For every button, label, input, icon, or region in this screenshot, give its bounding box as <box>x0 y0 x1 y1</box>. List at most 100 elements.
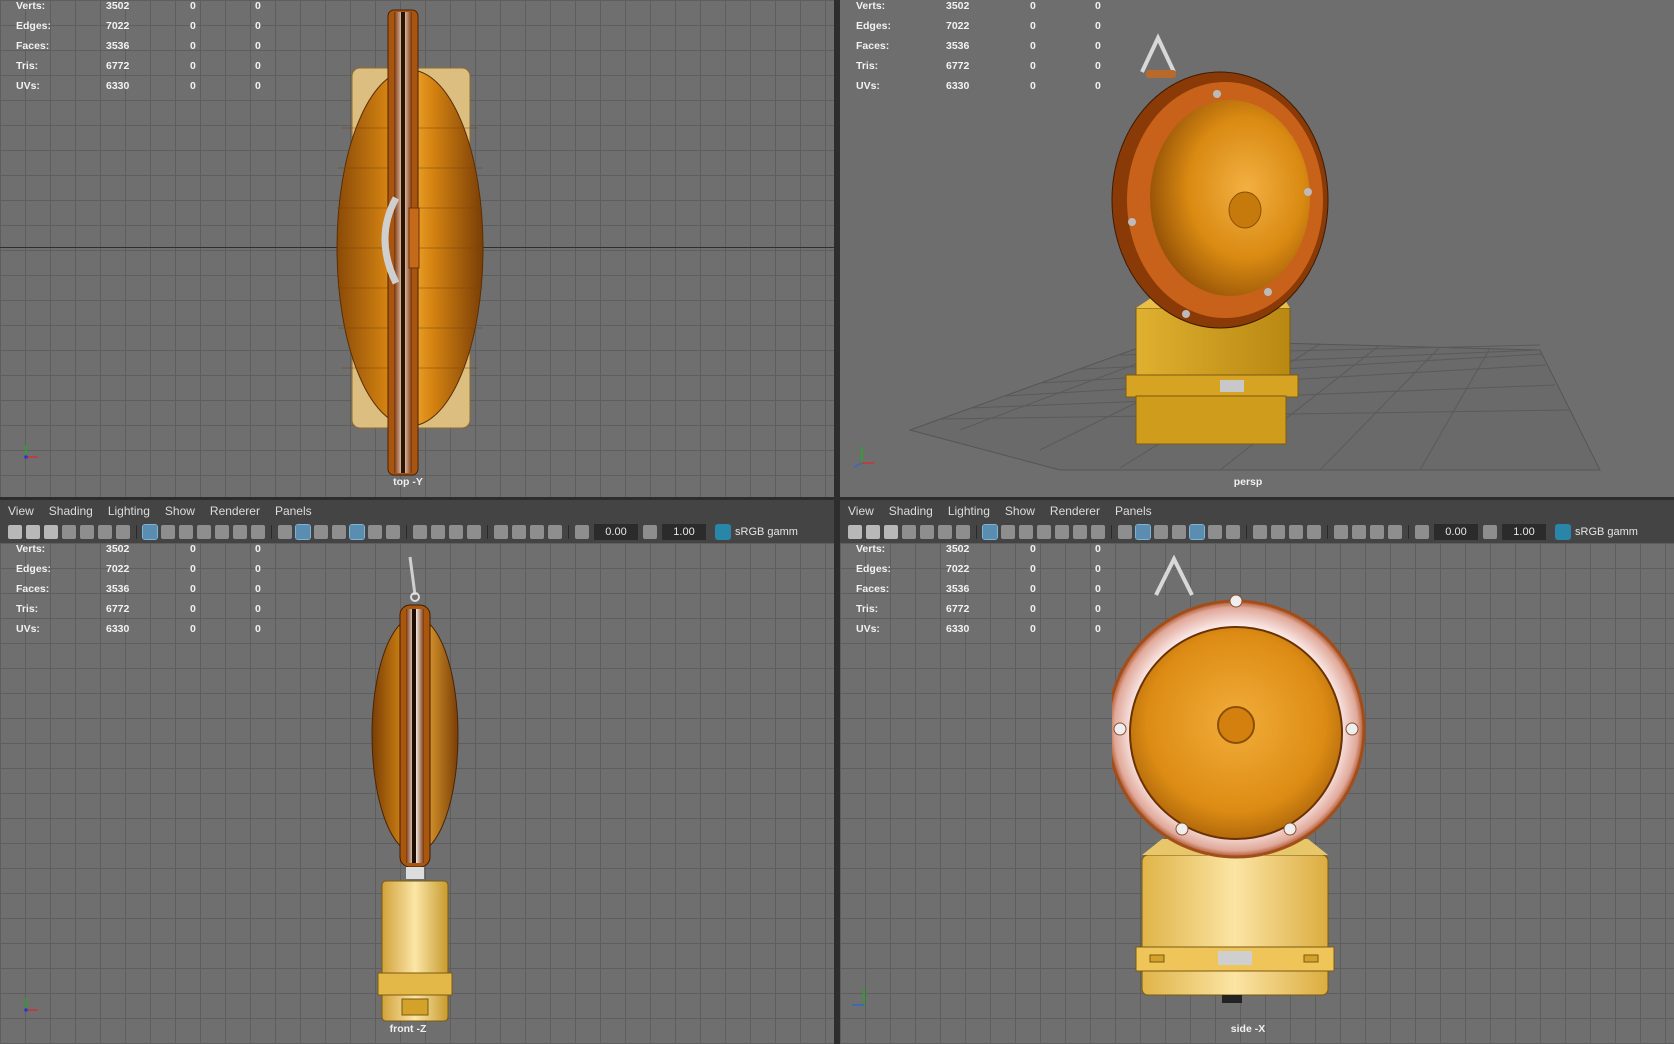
gamma-field[interactable]: 1.00 <box>1502 524 1546 540</box>
xray-active-icon[interactable] <box>1370 525 1384 539</box>
lamp-model-side-view[interactable] <box>1112 555 1402 1035</box>
light-icon[interactable] <box>1208 525 1222 539</box>
color-management-label[interactable]: sRGB gamm <box>735 526 798 538</box>
texture-icon[interactable] <box>1189 524 1205 540</box>
anti-aliasing-icon[interactable] <box>1289 525 1303 539</box>
menu-shading[interactable]: Shading <box>889 504 933 518</box>
image-plane-icon[interactable] <box>80 525 94 539</box>
2d-pan-icon[interactable] <box>98 525 112 539</box>
depth-of-field-icon[interactable] <box>1307 525 1321 539</box>
toolbar-separator <box>271 525 272 539</box>
screen-space-ao-icon[interactable] <box>413 525 427 539</box>
grid-icon[interactable] <box>142 524 158 540</box>
menu-renderer[interactable]: Renderer <box>1050 504 1100 518</box>
gamma-icon[interactable] <box>1483 525 1497 539</box>
safe-title-icon[interactable] <box>1091 525 1105 539</box>
viewport-toolbar: 0.00 1.00 sRGB gamm <box>840 521 1674 543</box>
safe-title-icon[interactable] <box>251 525 265 539</box>
menu-show[interactable]: Show <box>165 504 195 518</box>
backface-culling-icon[interactable] <box>1388 525 1402 539</box>
gamma-icon[interactable] <box>643 525 657 539</box>
toolbar-separator <box>568 525 569 539</box>
xray-joints-icon[interactable] <box>512 525 526 539</box>
bookmark-icon[interactable] <box>902 525 916 539</box>
gate-mask-icon[interactable] <box>1037 525 1051 539</box>
safe-action-icon[interactable] <box>1073 525 1087 539</box>
safe-action-icon[interactable] <box>233 525 247 539</box>
film-gate-icon[interactable] <box>161 525 175 539</box>
bookmark-icon[interactable] <box>62 525 76 539</box>
smooth-shade-icon[interactable] <box>295 524 311 540</box>
camera-bookmark-icon[interactable] <box>884 525 898 539</box>
menu-panels[interactable]: Panels <box>1115 504 1152 518</box>
menu-view[interactable]: View <box>848 504 874 518</box>
camera-label: persp <box>1233 476 1263 488</box>
isolate-icon[interactable] <box>1334 525 1348 539</box>
resolution-gate-icon[interactable] <box>179 525 193 539</box>
color-management-label[interactable]: sRGB gamm <box>1575 526 1638 538</box>
shadows-icon[interactable] <box>1226 525 1240 539</box>
camera-bookmark-icon[interactable] <box>44 525 58 539</box>
grid-icon[interactable] <box>982 524 998 540</box>
motion-blur-icon[interactable] <box>1271 525 1285 539</box>
menu-panels[interactable]: Panels <box>275 504 312 518</box>
resolution-gate-icon[interactable] <box>1019 525 1033 539</box>
xray-joints-icon[interactable] <box>1352 525 1366 539</box>
menu-show[interactable]: Show <box>1005 504 1035 518</box>
toolbar-separator <box>976 525 977 539</box>
viewport-top[interactable]: Verts: 3502 0 0 Edges: 7022 0 0 Faces: 3536 0 0 T… <box>0 0 834 497</box>
exposure-icon[interactable] <box>1415 525 1429 539</box>
xray-icon[interactable] <box>1172 525 1186 539</box>
lamp-model-front-view[interactable] <box>360 555 470 1035</box>
xray-active-icon[interactable] <box>530 525 544 539</box>
motion-blur-icon[interactable] <box>431 525 445 539</box>
film-gate-icon[interactable] <box>1001 525 1015 539</box>
field-chart-icon[interactable] <box>215 525 229 539</box>
screen-space-ao-icon[interactable] <box>1253 525 1267 539</box>
poly-count-hud: Verts: 3502 0 0 Edges: 7022 0 0 Faces: 3536 0 0 T… <box>856 543 1101 635</box>
2d-pan-icon[interactable] <box>938 525 952 539</box>
camera-attributes-icon[interactable] <box>26 525 40 539</box>
menu-shading[interactable]: Shading <box>49 504 93 518</box>
grease-pencil-icon[interactable] <box>116 525 130 539</box>
wireframe-icon[interactable] <box>278 525 292 539</box>
xray-icon[interactable] <box>332 525 346 539</box>
depth-of-field-icon[interactable] <box>467 525 481 539</box>
exposure-field[interactable]: 0.00 <box>594 524 638 540</box>
color-management-icon[interactable] <box>715 524 731 540</box>
light-icon[interactable] <box>368 525 382 539</box>
isolate-icon[interactable] <box>494 525 508 539</box>
camera-icon[interactable] <box>8 525 22 539</box>
lamp-model-top-view[interactable] <box>330 8 490 483</box>
exposure-field[interactable]: 0.00 <box>1434 524 1478 540</box>
exposure-icon[interactable] <box>575 525 589 539</box>
viewport-persp[interactable]: Verts: 3502 0 0 Edges: 7022 0 0 Faces: 3536 0 0 T… <box>840 0 1674 497</box>
image-plane-icon[interactable] <box>920 525 934 539</box>
shaded-wireframe-icon[interactable] <box>1154 525 1168 539</box>
menu-view[interactable]: View <box>8 504 34 518</box>
lamp-model-persp-view[interactable] <box>1080 30 1360 480</box>
gamma-field[interactable]: 1.00 <box>662 524 706 540</box>
menu-lighting[interactable]: Lighting <box>948 504 990 518</box>
shaded-wireframe-icon[interactable] <box>314 525 328 539</box>
texture-icon[interactable] <box>349 524 365 540</box>
wireframe-icon[interactable] <box>1118 525 1132 539</box>
gate-mask-icon[interactable] <box>197 525 211 539</box>
viewport-front[interactable]: Verts: 3502 0 0 Edges: 7022 0 0 Faces: 3536 0 0 T… <box>0 543 834 1044</box>
toolbar-separator <box>406 525 407 539</box>
field-chart-icon[interactable] <box>1055 525 1069 539</box>
grease-pencil-icon[interactable] <box>956 525 970 539</box>
menu-lighting[interactable]: Lighting <box>108 504 150 518</box>
shadows-icon[interactable] <box>386 525 400 539</box>
camera-icon[interactable] <box>848 525 862 539</box>
viewport-menubar: View Shading Lighting Show Renderer Pane… <box>0 500 834 522</box>
color-management-icon[interactable] <box>1555 524 1571 540</box>
camera-attributes-icon[interactable] <box>866 525 880 539</box>
viewport-side[interactable]: Verts: 3502 0 0 Edges: 7022 0 0 Faces: 3536 0 0 T… <box>840 543 1674 1044</box>
smooth-shade-icon[interactable] <box>1135 524 1151 540</box>
backface-culling-icon[interactable] <box>548 525 562 539</box>
menu-renderer[interactable]: Renderer <box>210 504 260 518</box>
camera-label: side -X <box>1230 1023 1266 1035</box>
toolbar-separator <box>1111 525 1112 539</box>
anti-aliasing-icon[interactable] <box>449 525 463 539</box>
